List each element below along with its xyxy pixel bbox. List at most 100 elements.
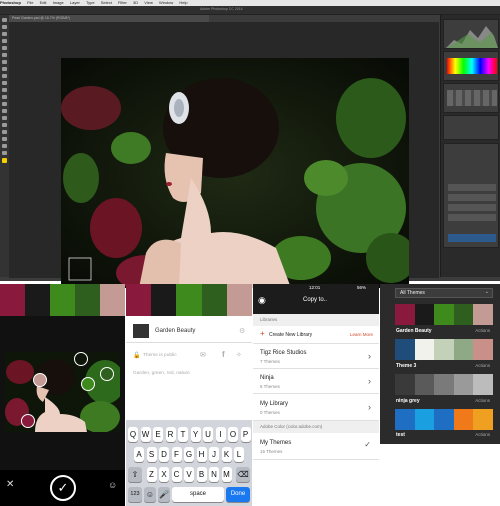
- theme-actions-button[interactable]: Actions: [475, 398, 490, 403]
- menu-item[interactable]: 3D: [133, 0, 138, 5]
- color-picker-handle[interactable]: [33, 373, 47, 387]
- twitter-icon[interactable]: ✧: [236, 351, 242, 359]
- adobe-color-logo-icon[interactable]: ◉: [258, 295, 266, 306]
- menu-item[interactable]: Filter: [118, 0, 127, 5]
- swatch[interactable]: [126, 284, 151, 316]
- menu-item[interactable]: Image: [53, 0, 64, 5]
- stamp-tool-icon[interactable]: [2, 74, 7, 78]
- settings-icon[interactable]: ☺: [108, 480, 117, 490]
- theme-actions-button[interactable]: Actions: [475, 363, 490, 368]
- backspace-key[interactable]: ⌫: [236, 467, 250, 482]
- type-tool-icon[interactable]: [2, 123, 7, 127]
- healing-brush-icon[interactable]: [2, 60, 7, 64]
- shape-tool-icon[interactable]: [2, 137, 7, 141]
- swatch[interactable]: [227, 284, 252, 316]
- menu-item[interactable]: Edit: [40, 0, 47, 5]
- library-row[interactable]: Tigz Rice Studios 7 Themes ›: [253, 344, 379, 369]
- capture-check-button[interactable]: ✓: [50, 475, 76, 501]
- layer-row-selected[interactable]: [448, 234, 496, 242]
- key[interactable]: N: [209, 467, 219, 482]
- quick-select-icon[interactable]: [2, 39, 7, 43]
- key[interactable]: K: [221, 447, 232, 462]
- key[interactable]: U: [203, 427, 213, 442]
- create-library-row[interactable]: + Create New Library Learn More: [253, 326, 379, 344]
- key[interactable]: B: [196, 467, 207, 482]
- theme-swatches[interactable]: [395, 304, 493, 325]
- key[interactable]: L: [234, 447, 244, 462]
- tags-field[interactable]: Garden, green, red, nature: [133, 371, 190, 376]
- key[interactable]: D: [159, 447, 169, 462]
- mail-icon[interactable]: ✉: [200, 351, 206, 359]
- shift-key[interactable]: ⇧: [128, 467, 142, 482]
- key[interactable]: W: [140, 427, 151, 442]
- library-row[interactable]: My Library 0 Themes ›: [253, 394, 379, 421]
- theme-swatches[interactable]: [395, 339, 493, 360]
- key[interactable]: C: [171, 467, 182, 482]
- layer-row[interactable]: [448, 194, 496, 201]
- layer-row[interactable]: [448, 214, 496, 221]
- swatch[interactable]: [151, 284, 176, 316]
- key[interactable]: T: [178, 427, 188, 442]
- theme-filter-dropdown[interactable]: All Themes ⌄: [395, 288, 493, 298]
- key[interactable]: S: [146, 447, 157, 462]
- swatch[interactable]: [176, 284, 202, 316]
- document-tab[interactable]: Pearl Garden.psd @ 16.7% (RGB/8*): [9, 15, 209, 22]
- emoji-key[interactable]: ☺: [144, 487, 156, 502]
- facebook-icon[interactable]: f: [222, 350, 225, 359]
- theme-name-field[interactable]: Garden Beauty: [155, 328, 195, 334]
- key[interactable]: J: [209, 447, 219, 462]
- document-photo[interactable]: [61, 58, 409, 288]
- color-spectrum[interactable]: [447, 58, 497, 74]
- blur-tool-icon[interactable]: [2, 102, 7, 106]
- key[interactable]: P: [240, 427, 251, 442]
- done-key[interactable]: Done: [226, 487, 250, 502]
- swatch[interactable]: [100, 284, 125, 316]
- move-tool-icon[interactable]: [2, 18, 7, 22]
- key[interactable]: I: [215, 427, 226, 442]
- key[interactable]: F: [171, 447, 182, 462]
- key[interactable]: A: [134, 447, 144, 462]
- swatch[interactable]: [25, 284, 50, 316]
- color-picker-handle[interactable]: [81, 377, 95, 391]
- marquee-tool-icon[interactable]: [2, 25, 7, 29]
- key[interactable]: O: [228, 427, 238, 442]
- theme-actions-button[interactable]: Actions: [475, 432, 490, 437]
- dodge-tool-icon[interactable]: [2, 109, 7, 113]
- my-themes-row[interactable]: My Themes 15 Themes ✓: [253, 433, 379, 460]
- key[interactable]: M: [221, 467, 232, 482]
- eyedropper-icon[interactable]: [2, 53, 7, 57]
- menu-item[interactable]: File: [27, 0, 33, 5]
- library-row[interactable]: Ninja 5 Themes ›: [253, 369, 379, 394]
- color-picker-handle[interactable]: [100, 367, 114, 381]
- adjustment-icons[interactable]: [447, 90, 497, 106]
- key[interactable]: R: [165, 427, 176, 442]
- history-brush-icon[interactable]: [2, 81, 7, 85]
- microphone-icon[interactable]: 🎤: [158, 487, 170, 502]
- key[interactable]: H: [196, 447, 207, 462]
- close-icon[interactable]: ✕: [6, 479, 14, 490]
- swatch[interactable]: [75, 284, 100, 316]
- gradient-icon[interactable]: [2, 95, 7, 99]
- lasso-tool-icon[interactable]: [2, 32, 7, 36]
- swatch[interactable]: [0, 284, 25, 316]
- menu-item[interactable]: Select: [101, 0, 112, 5]
- theme-swatches[interactable]: [395, 374, 493, 395]
- swatch[interactable]: [50, 284, 75, 316]
- brush-tool-icon[interactable]: [2, 67, 7, 71]
- numbers-key[interactable]: 123: [128, 487, 142, 502]
- eraser-icon[interactable]: [2, 88, 7, 92]
- swatch[interactable]: [202, 284, 227, 316]
- menu-item[interactable]: Help: [179, 0, 187, 5]
- zoom-tool-icon[interactable]: [2, 151, 7, 155]
- key[interactable]: E: [153, 427, 163, 442]
- menu-item[interactable]: Photoshop: [0, 0, 21, 5]
- theme-actions-button[interactable]: Actions: [475, 328, 490, 333]
- crop-tool-icon[interactable]: [2, 46, 7, 50]
- color-picker-handle[interactable]: [74, 352, 88, 366]
- color-picker-handle[interactable]: [21, 414, 35, 428]
- lock-icon[interactable]: 🔓: [133, 352, 140, 359]
- learn-more-link[interactable]: Learn More: [350, 332, 373, 337]
- layer-row[interactable]: [448, 184, 496, 191]
- hand-tool-icon[interactable]: [2, 144, 7, 148]
- key[interactable]: Z: [146, 467, 157, 482]
